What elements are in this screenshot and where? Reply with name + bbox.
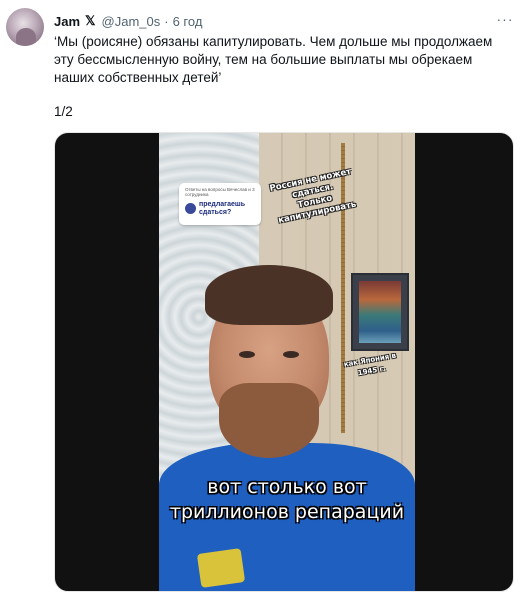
- shirt-logo: [196, 548, 246, 588]
- timestamp[interactable]: 6 год: [173, 14, 203, 29]
- tweet[interactable]: Jam 𝕏 @Jam_0s · 6 год ··· ‘Мы (роисяне) …: [0, 0, 524, 603]
- video-subtitle: вот столько вот триллионов репараций: [169, 476, 405, 523]
- author-name[interactable]: Jam: [54, 14, 80, 29]
- right-eye: [283, 351, 299, 358]
- beard: [219, 383, 319, 458]
- question-sticker: Ответы на вопросы Вячеслав и 3 сотрудник…: [179, 183, 261, 225]
- video-frame[interactable]: Ответы на вопросы Вячеслав и 3 сотрудник…: [159, 133, 415, 591]
- more-options-icon[interactable]: ···: [494, 10, 516, 28]
- left-eye: [239, 351, 255, 358]
- user-avatar-dot: [185, 203, 196, 214]
- tweet-header: Jam 𝕏 @Jam_0s · 6 год: [54, 12, 202, 30]
- x-logo-icon: 𝕏: [85, 13, 96, 28]
- separator: ·: [164, 13, 169, 29]
- man-hair: [205, 265, 333, 325]
- avatar[interactable]: [6, 8, 44, 46]
- question-sticker-header: Ответы на вопросы Вячеслав и 3 сотрудник…: [185, 187, 255, 197]
- framed-picture: [351, 273, 409, 351]
- tweet-text: ‘Мы (роисяне) обязаны капитулировать. Че…: [54, 34, 493, 85]
- author-handle[interactable]: @Jam_0s: [102, 14, 161, 29]
- thread-counter: 1/2: [54, 104, 73, 119]
- question-sticker-text: предлагаешь сдаться?: [199, 201, 246, 216]
- video-player[interactable]: Ответы на вопросы Вячеслав и 3 сотрудник…: [54, 132, 514, 592]
